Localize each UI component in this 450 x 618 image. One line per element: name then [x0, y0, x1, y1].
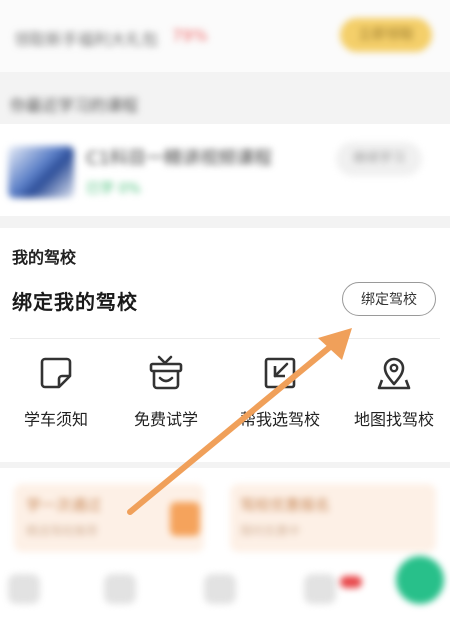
- divider: [10, 338, 440, 339]
- bottom-navigation: [0, 556, 450, 618]
- promo-banner-button[interactable]: 立即领取: [340, 18, 432, 52]
- nav-notification-badge: [340, 576, 362, 588]
- recent-course-label: 你最近学习的课程: [10, 96, 139, 115]
- promo-card-image: [170, 502, 200, 536]
- quick-action-free-trial[interactable]: 免费试学: [110, 354, 222, 432]
- recent-course-card[interactable]: C1科目一精讲视频课程 已学 0% 继续学习: [0, 124, 450, 216]
- gift-box-icon: [149, 355, 183, 390]
- quick-action-map-school[interactable]: 地图找驾校: [338, 354, 450, 432]
- nav-profile-icon[interactable]: [396, 556, 444, 604]
- promo-card-subtitle: 限时优惠中: [240, 524, 301, 538]
- promo-card[interactable]: 驾校优惠报名 限时优惠中: [230, 484, 436, 552]
- nav-discover-icon[interactable]: [204, 574, 236, 604]
- promo-section: 学一次通过 精选驾校推荐 驾校优惠报名 限时优惠中: [0, 468, 450, 568]
- nav-message-icon[interactable]: [304, 574, 336, 604]
- course-progress-tag: 已学 0%: [86, 181, 141, 197]
- quick-action-label: 学车须知: [23, 410, 88, 429]
- course-thumbnail: [8, 146, 74, 198]
- quick-action-label: 免费试学: [133, 410, 198, 429]
- top-promo-banner[interactable]: 领取新手福利大礼包 79% 立即领取: [0, 0, 450, 72]
- external-select-icon: [264, 357, 296, 389]
- bind-school-button[interactable]: 绑定驾校: [342, 282, 436, 316]
- quick-action-label: 帮我选驾校: [239, 410, 320, 429]
- note-square-icon: [40, 357, 72, 389]
- continue-course-button[interactable]: 继续学习: [336, 142, 422, 176]
- nav-home-icon[interactable]: [8, 574, 40, 604]
- my-driving-school-section: 我的驾校 绑定我的驾校 绑定驾校 学车须知 免费试学 帮我选驾校 地图找驾校: [0, 228, 450, 462]
- promo-banner-button-label: 立即领取: [358, 27, 414, 43]
- promo-banner-highlight: 79%: [172, 26, 208, 45]
- promo-card-title: 驾校优惠报名: [240, 496, 331, 514]
- quick-action-learning-notice[interactable]: 学车须知: [0, 354, 112, 432]
- quick-action-label: 地图找驾校: [353, 410, 434, 429]
- quick-action-choose-school[interactable]: 帮我选驾校: [224, 354, 336, 432]
- continue-course-button-label: 继续学习: [352, 151, 405, 166]
- bind-school-title: 绑定我的驾校: [12, 290, 138, 314]
- section-title: 我的驾校: [12, 248, 77, 267]
- promo-card-subtitle: 精选驾校推荐: [26, 524, 99, 538]
- map-pin-icon: [377, 357, 411, 390]
- promo-banner-text: 领取新手福利大礼包: [14, 30, 159, 49]
- promo-card-title: 学一次通过: [26, 496, 102, 514]
- nav-learn-icon[interactable]: [104, 574, 136, 604]
- promo-card[interactable]: 学一次通过 精选驾校推荐: [14, 484, 204, 552]
- course-title: C1科目一精讲视频课程: [86, 148, 273, 169]
